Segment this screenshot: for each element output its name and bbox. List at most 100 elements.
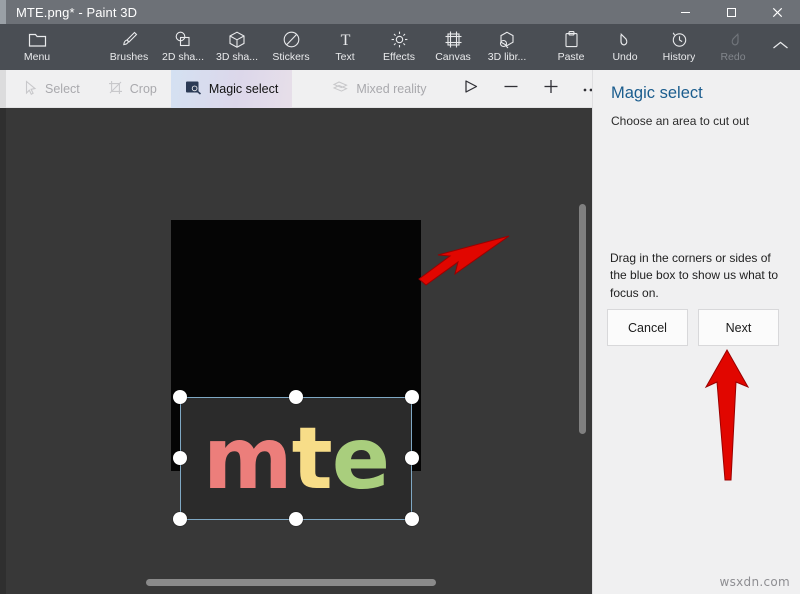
- minimize-button[interactable]: [662, 0, 708, 24]
- paint3d-window: MTE.png* - Paint 3D: [0, 0, 800, 594]
- 2d-shapes-icon: [173, 28, 193, 50]
- view-3d-button[interactable]: [451, 70, 491, 108]
- subbar-left-edge: [0, 70, 6, 108]
- tool-label: Crop: [130, 82, 157, 96]
- ribbon-item-brushes[interactable]: Brushes: [102, 24, 156, 70]
- ribbon-item-stickers[interactable]: Stickers: [264, 24, 318, 70]
- ribbon-left-edge: [0, 24, 10, 70]
- ribbon-item-history[interactable]: History: [652, 24, 706, 70]
- artwork-letter-e: e: [332, 416, 389, 502]
- zoom-in-button[interactable]: [531, 70, 571, 108]
- selection-handle-bottom-left[interactable]: [173, 512, 187, 526]
- selection-handle-top-left[interactable]: [173, 390, 187, 404]
- window-controls: [662, 0, 800, 24]
- close-button[interactable]: [754, 0, 800, 24]
- window-title: MTE.png* - Paint 3D: [16, 5, 137, 20]
- watermark: wsxdn.com: [719, 575, 790, 589]
- selection-handle-middle-left[interactable]: [173, 451, 187, 465]
- maximize-button[interactable]: [708, 0, 754, 24]
- ribbon-label: Stickers: [272, 51, 309, 63]
- close-icon: [772, 7, 783, 18]
- magic-select-box[interactable]: mte: [180, 397, 412, 520]
- ribbon-label: 3D sha...: [216, 51, 258, 63]
- horizontal-scrollbar[interactable]: [146, 579, 436, 586]
- ribbon-label: 3D libr...: [488, 51, 527, 63]
- 3d-shapes-icon: [228, 28, 246, 50]
- cancel-button[interactable]: Cancel: [607, 309, 688, 346]
- selection-handle-middle-right[interactable]: [405, 451, 419, 465]
- canvas-icon: [444, 28, 463, 50]
- tool-crop[interactable]: Crop: [94, 70, 171, 108]
- ribbon-label: Effects: [383, 51, 415, 63]
- minimize-icon: [680, 7, 691, 18]
- ribbon-label: Brushes: [110, 51, 149, 63]
- title-bar-accent: [0, 0, 6, 24]
- tool-mixed-reality[interactable]: Mixed reality: [318, 70, 440, 108]
- chevron-up-icon: [772, 38, 789, 56]
- history-icon: [670, 28, 689, 50]
- ribbon-label: Menu: [24, 51, 50, 63]
- ribbon-item-menu[interactable]: Menu: [10, 24, 64, 70]
- ribbon-item-effects[interactable]: Effects: [372, 24, 426, 70]
- selection-handle-bottom-center[interactable]: [289, 512, 303, 526]
- svg-text:T: T: [340, 32, 350, 49]
- selection-handle-top-right[interactable]: [405, 390, 419, 404]
- tool-select[interactable]: Select: [10, 70, 94, 108]
- stickers-icon: [282, 28, 301, 50]
- panel-instruction: Drag in the corners or sides of the blue…: [610, 250, 788, 302]
- redo-icon: [724, 28, 743, 50]
- ribbon-label: Redo: [720, 51, 745, 63]
- play-outline-icon: [462, 78, 480, 100]
- cursor-icon: [24, 80, 38, 98]
- canvas-workarea[interactable]: mte: [0, 108, 592, 594]
- plus-icon: [542, 78, 560, 100]
- tool-label: Magic select: [209, 82, 278, 96]
- main-toolbar: Menu Brushes 2D sha... 3D sha... S: [0, 24, 800, 70]
- ribbon-item-canvas[interactable]: Canvas: [426, 24, 480, 70]
- panel-subtitle: Choose an area to cut out: [611, 114, 749, 128]
- ribbon-item-3d-shapes[interactable]: 3D sha...: [210, 24, 264, 70]
- ribbon-label: History: [663, 51, 696, 63]
- ribbon-label: Undo: [612, 51, 637, 63]
- brush-icon: [120, 28, 139, 50]
- ribbon-item-paste[interactable]: Paste: [544, 24, 598, 70]
- mixed-reality-icon: [332, 80, 349, 97]
- next-button[interactable]: Next: [698, 309, 779, 346]
- maximize-icon: [726, 7, 737, 18]
- ribbon-label: Text: [335, 51, 354, 63]
- effects-icon: [390, 28, 409, 50]
- ribbon-label: Paste: [558, 51, 585, 63]
- tool-magic-select[interactable]: Magic select: [171, 70, 292, 108]
- tool-label: Mixed reality: [356, 82, 426, 96]
- ribbon-collapse-button[interactable]: [760, 24, 800, 70]
- paste-icon: [563, 28, 580, 50]
- selection-handle-bottom-right[interactable]: [405, 512, 419, 526]
- artwork-letter-t: t: [292, 416, 332, 502]
- artwork-letter-m: m: [203, 416, 292, 502]
- ribbon-item-text[interactable]: T Text: [318, 24, 372, 70]
- ribbon-item-2d-shapes[interactable]: 2D sha...: [156, 24, 210, 70]
- ribbon-item-3d-library[interactable]: 3D libr...: [480, 24, 534, 70]
- undo-icon: [616, 28, 635, 50]
- artwork-text: mte: [181, 398, 411, 519]
- 3d-library-icon: [497, 28, 517, 50]
- ribbon-label: Canvas: [435, 51, 471, 63]
- minus-icon: [502, 78, 520, 100]
- workarea-left-edge: [0, 108, 6, 594]
- ribbon-label: 2D sha...: [162, 51, 204, 63]
- ribbon-item-redo: Redo: [706, 24, 760, 70]
- ribbon-spacer: [534, 24, 544, 70]
- selection-handle-top-center[interactable]: [289, 390, 303, 404]
- folder-icon: [28, 28, 47, 50]
- panel-actions: Cancel Next: [607, 309, 779, 346]
- panel-title: Magic select: [611, 84, 703, 103]
- vertical-scrollbar[interactable]: [579, 204, 586, 434]
- title-bar: MTE.png* - Paint 3D: [0, 0, 800, 24]
- zoom-out-button[interactable]: [491, 70, 531, 108]
- tool-label: Select: [45, 82, 80, 96]
- ribbon-item-undo[interactable]: Undo: [598, 24, 652, 70]
- magic-select-icon: [185, 80, 202, 98]
- crop-icon: [108, 80, 123, 98]
- text-icon: T: [336, 28, 355, 50]
- magic-select-panel: Magic select Choose an area to cut out D…: [592, 70, 800, 594]
